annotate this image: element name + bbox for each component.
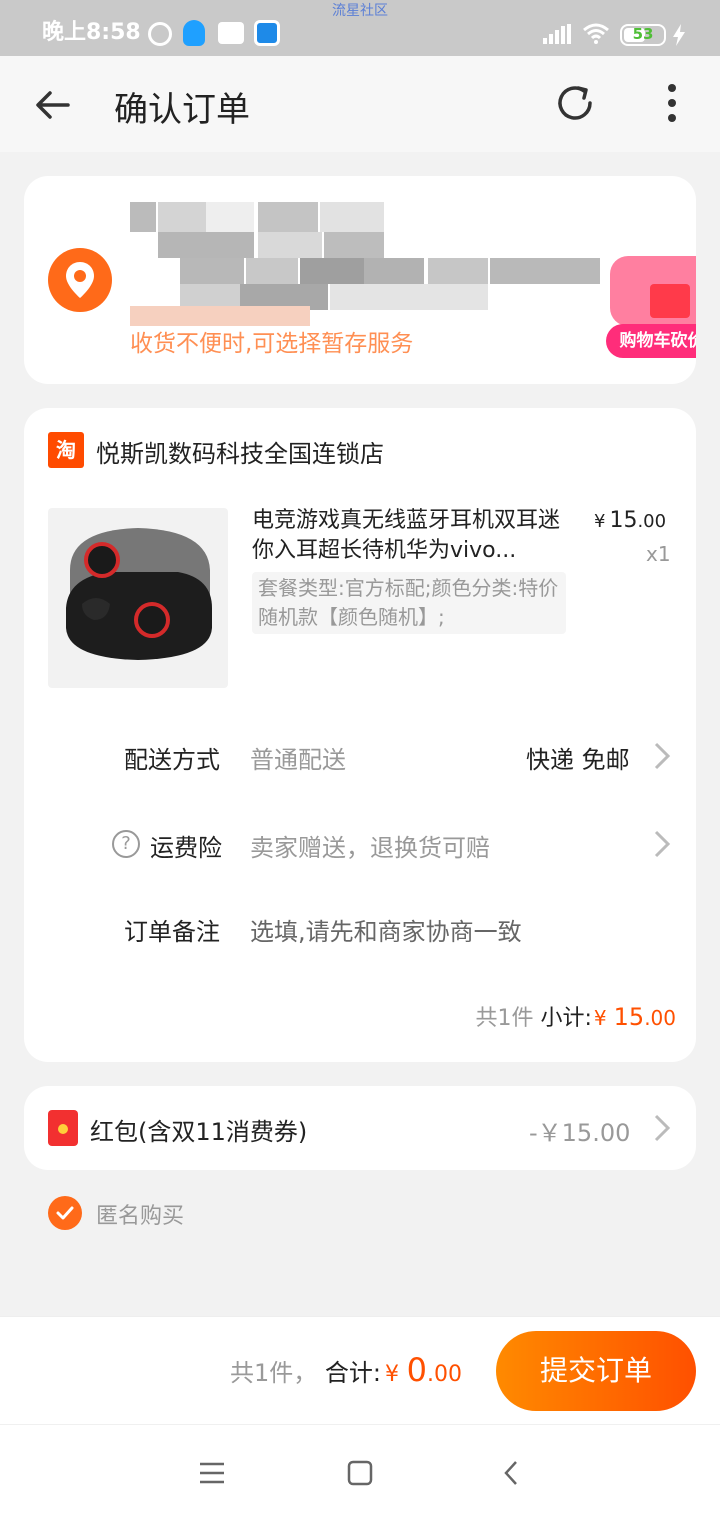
total-count: 共1件， [230, 1359, 318, 1387]
back-arrow-icon[interactable] [30, 82, 76, 128]
product-sku: 套餐类型:官方标配;颜色分类:特价随机款【颜色随机】; [252, 572, 566, 634]
order-total: 共1件， 合计: ¥ 0.00 [230, 1351, 462, 1389]
wifi-icon [583, 23, 609, 44]
subtotal-count: 共1件 [475, 1006, 534, 1031]
battery-level: 53 [632, 25, 654, 43]
product-title[interactable]: 电竞游戏真无线蓝牙耳机双耳迷你入耳超长待机华为vivo... [252, 506, 570, 566]
total-decimal: .00 [427, 1362, 463, 1387]
remark-input[interactable]: 选填,请先和商家协商一致 [250, 912, 522, 947]
charging-icon [673, 24, 685, 46]
price-decimal: .00 [637, 511, 667, 532]
chevron-right-icon [654, 1114, 671, 1142]
earbuds-icon [66, 528, 212, 660]
insurance-value: 卖家赠送，退换货可赔 [250, 834, 490, 862]
app-icon [254, 20, 280, 46]
delivery-option: 快递 免邮 [526, 746, 630, 774]
red-packet-icon [48, 1110, 78, 1146]
bargain-label: 购物车砍价 [606, 324, 696, 358]
remark-label: 订单备注 [124, 918, 220, 946]
help-icon[interactable]: ? [112, 830, 140, 858]
product-quantity: x1 [646, 542, 671, 566]
status-bar: 流星社区 晚上8:58 53 [0, 0, 720, 56]
order-card: 淘 悦斯凯数码科技全国连锁店 电竞游戏真无线蓝牙耳机双耳迷你入耳超长待机华为vi… [24, 408, 696, 1062]
subtotal-currency: ¥ [593, 1006, 607, 1030]
red-packet-row[interactable]: 红包(含双11消费券) -￥15.00 [24, 1086, 696, 1170]
cart-bargain-badge[interactable]: 购物车砍价 [606, 246, 696, 362]
qq-icon [183, 20, 205, 46]
red-packet-label: 红包(含双11消费券) [90, 1118, 308, 1146]
message-icon [218, 22, 244, 44]
subtotal-decimal: .00 [644, 1006, 676, 1030]
anonymous-checkbox[interactable] [48, 1196, 82, 1230]
more-icon[interactable] [652, 80, 692, 126]
address-tip: 收货不便时,可选择暂存服务 [130, 331, 414, 357]
subtotal-integer: 15 [613, 1003, 645, 1031]
taobao-shop-icon: 淘 [48, 432, 84, 468]
checkout-bar: 共1件， 合计: ¥ 0.00 提交订单 [0, 1316, 720, 1424]
location-pin-icon [48, 248, 112, 312]
check-icon [56, 1206, 74, 1220]
battery-icon: 53 [620, 24, 666, 46]
delivery-value: 普通配送 [250, 746, 346, 774]
product-image[interactable] [48, 508, 228, 688]
red-packet-amount: -￥15.00 [529, 1119, 631, 1147]
delivery-label: 配送方式 [124, 746, 220, 774]
alarm-icon [148, 22, 172, 46]
chevron-right-icon [654, 742, 671, 770]
menu-icon[interactable] [198, 1459, 226, 1487]
total-label: 合计: [324, 1359, 382, 1387]
status-time: 晚上8:58 [42, 20, 141, 45]
home-icon[interactable] [346, 1459, 374, 1487]
gift-box-icon [610, 256, 696, 326]
address-card[interactable]: 收货不便时,可选择暂存服务 购物车砍价 [24, 176, 696, 384]
system-nav-bar [0, 1424, 720, 1520]
back-icon[interactable] [498, 1459, 526, 1487]
app-header: 确认订单 [0, 56, 720, 152]
total-currency: ¥ [385, 1362, 400, 1387]
subtotal: 共1件 小计: ¥ 15.00 [475, 1000, 676, 1032]
submit-order-button[interactable]: 提交订单 [496, 1331, 696, 1411]
price-currency: ¥ [594, 511, 606, 532]
chevron-right-icon [654, 830, 671, 858]
refresh-icon[interactable] [552, 80, 598, 126]
subtotal-label: 小计: [540, 1006, 592, 1031]
shop-name[interactable]: 悦斯凯数码科技全国连锁店 [96, 434, 384, 469]
signal-icon [543, 24, 571, 44]
page-title: 确认订单 [114, 90, 250, 130]
price-integer: 15 [609, 508, 638, 533]
anonymous-label: 匿名购买 [96, 1204, 185, 1229]
total-integer: 0 [406, 1351, 428, 1389]
product-price: ¥15.00 [594, 508, 666, 533]
insurance-label: 运费险 [150, 834, 222, 862]
